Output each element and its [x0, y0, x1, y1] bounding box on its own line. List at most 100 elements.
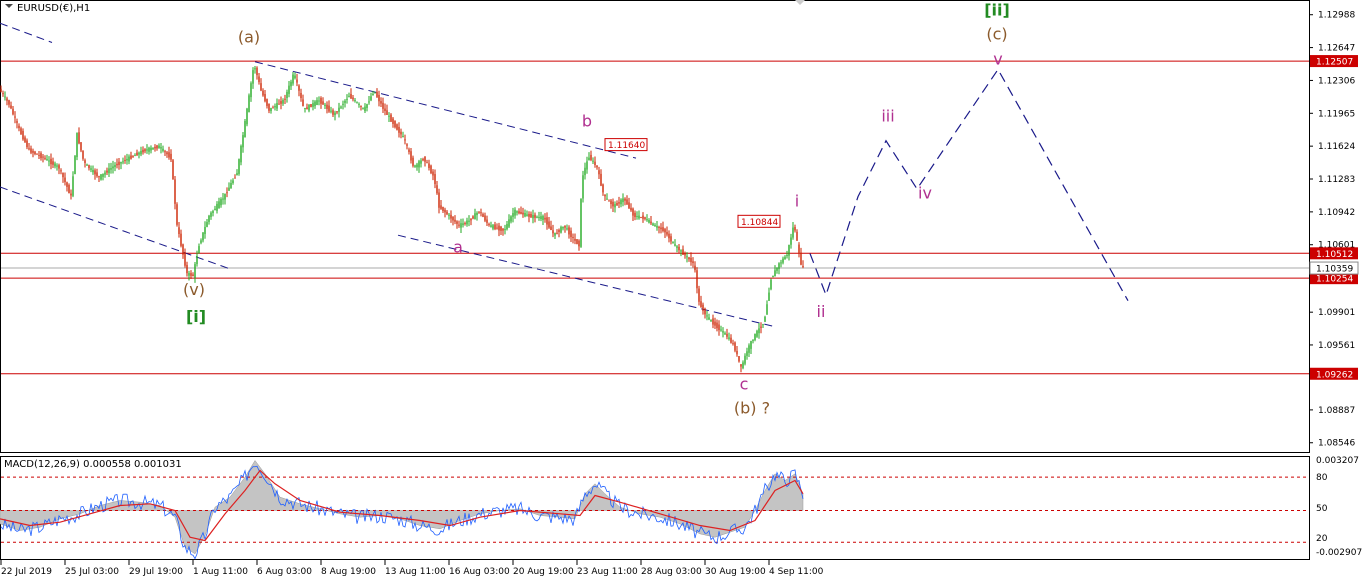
price-candle-body — [514, 209, 516, 216]
price-candle-body — [88, 165, 90, 169]
price-candle-body — [64, 177, 66, 183]
wave-label: ii — [817, 302, 826, 321]
price-candle-body — [450, 214, 452, 219]
price-candle-body — [210, 212, 212, 217]
price-candle-body — [712, 318, 714, 325]
price-candle-body — [606, 198, 608, 200]
time-axis: 22 Jul 2019 25 Jul 03:00 29 Jul 19:00 1 Aug… — [0, 560, 824, 577]
price-candle-body — [204, 226, 206, 235]
macd-tick-label: -0.002907 — [1316, 548, 1362, 558]
price-candle-body — [66, 182, 68, 187]
price-candle-body — [562, 226, 564, 229]
price-candle-body — [352, 97, 354, 100]
price-candle-body — [260, 83, 262, 91]
price-candle-body — [494, 224, 496, 230]
level-price-label: 1.10254 — [1316, 275, 1353, 285]
price-candle-body — [436, 185, 438, 194]
price-candle-body — [460, 223, 462, 228]
price-candle-body — [552, 230, 554, 234]
price-candle-body — [164, 151, 166, 153]
price-candle-body — [536, 216, 538, 218]
price-candle-body — [668, 233, 670, 239]
price-candle-body — [690, 257, 692, 263]
price-candle-body — [634, 212, 636, 218]
price-candle-body — [320, 97, 322, 104]
price-tick-label: 1.11624 — [1318, 142, 1355, 152]
price-candle-body — [238, 159, 240, 174]
price-candle-body — [682, 249, 684, 255]
price-candle-body — [20, 128, 22, 135]
price-candle-body — [150, 147, 152, 151]
price-candle-body — [324, 104, 326, 107]
price-candle-body — [554, 232, 556, 236]
price-candle-body — [364, 106, 366, 112]
price-candle-body — [300, 92, 302, 99]
price-candle-body — [46, 159, 48, 161]
price-candle-body — [24, 137, 26, 143]
price-candle-body — [272, 107, 274, 109]
price-candle-body — [762, 324, 764, 326]
price-candle-body — [664, 229, 666, 233]
price-candle-body — [628, 202, 630, 209]
price-candle-body — [644, 217, 646, 219]
price-candle-body — [662, 227, 664, 232]
price-candle-body — [214, 208, 216, 210]
price-candle-body — [750, 341, 752, 349]
price-candle-body — [146, 149, 148, 151]
price-candle-body — [370, 96, 372, 101]
price-tick-label: 1.12988 — [1318, 11, 1355, 21]
price-tick-label: 1.12306 — [1318, 76, 1355, 86]
wave-label: iv — [918, 184, 932, 203]
price-candle-body — [326, 104, 328, 109]
time-tick-label: 20 Aug 19:00 — [513, 567, 574, 577]
price-candle-body — [722, 331, 724, 333]
price-candle-body — [62, 172, 64, 178]
price-candle-body — [778, 263, 780, 269]
price-candle-body — [564, 225, 566, 228]
price-candle-body — [432, 171, 434, 176]
price-candle-body — [168, 152, 170, 158]
price-candle-body — [42, 156, 44, 158]
price-candle-body — [418, 161, 420, 168]
price-candle-body — [82, 150, 84, 159]
price-candle-body — [498, 225, 500, 231]
time-tick-label: 6 Aug 03:00 — [257, 567, 312, 577]
price-candle-body — [586, 161, 588, 170]
time-tick-label: 29 Jul 19:00 — [129, 567, 183, 577]
price-candle-body — [12, 108, 14, 115]
price-candle-body — [782, 258, 784, 263]
wave-label: (c) — [986, 25, 1007, 44]
price-candle-body — [356, 102, 358, 104]
price-candle-body — [402, 135, 404, 137]
price-candle-body — [426, 162, 428, 164]
price-candle-body — [70, 193, 72, 196]
price-candle-body — [520, 211, 522, 214]
price-candle-body — [636, 216, 638, 218]
price-candle-body — [670, 236, 672, 242]
time-tick-label: 23 Aug 11:00 — [577, 567, 638, 577]
price-candle-body — [420, 160, 422, 164]
price-candle-body — [458, 224, 460, 226]
wave-label: i — [795, 191, 799, 210]
price-candle-body — [102, 173, 104, 177]
price-candle-body — [500, 226, 502, 231]
price-candle-body — [170, 153, 172, 160]
price-candle-body — [160, 147, 162, 149]
price-candle-body — [394, 120, 396, 128]
price-candle-body — [328, 105, 330, 112]
price-candle-body — [640, 216, 642, 218]
time-tick-label: 25 Jul 03:00 — [65, 567, 119, 577]
price-candle-body — [138, 152, 140, 155]
price-candle-body — [316, 100, 318, 105]
price-candle-body — [680, 250, 682, 252]
price-candle-body — [646, 219, 648, 221]
price-candle-body — [256, 67, 258, 76]
price-candle-body — [60, 170, 62, 172]
price-candle-body — [304, 108, 306, 110]
wave-label: (b) ? — [734, 398, 770, 417]
price-candle-body — [196, 255, 198, 265]
price-candle-body — [342, 103, 344, 105]
price-candle-body — [506, 224, 508, 230]
price-candle-body — [568, 227, 570, 235]
price-candle-body — [44, 157, 46, 159]
